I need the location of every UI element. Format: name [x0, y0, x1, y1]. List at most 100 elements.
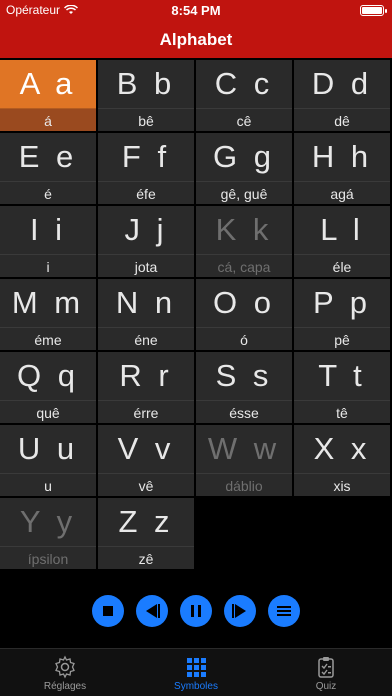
- letter-cell[interactable]: T t tê: [294, 352, 390, 423]
- alphabet-grid: A a á B b bê C c cê D d dê E e é F f éfe G g gê, guê H…: [0, 60, 392, 569]
- letter-glyphs: Y y: [19, 504, 77, 539]
- letter-name: jota: [134, 259, 158, 275]
- letter-name: éle: [332, 259, 352, 275]
- letter-cell[interactable]: Y y ípsilon: [0, 498, 96, 569]
- letter-name: i: [46, 259, 50, 275]
- letter-glyphs: H h: [311, 139, 373, 174]
- tab-symboles[interactable]: Symboles: [146, 655, 246, 692]
- letter-glyphs: A a: [19, 66, 77, 101]
- letter-cell[interactable]: B b bê: [98, 60, 194, 131]
- letter-glyphs: E e: [18, 139, 78, 174]
- pause-button[interactable]: [180, 595, 212, 627]
- letter-glyphs: K k: [215, 212, 273, 247]
- letter-glyphs: Z z: [118, 504, 174, 539]
- letter-glyphs: U u: [17, 431, 79, 466]
- letter-name: éme: [34, 332, 62, 348]
- letter-name: tê: [336, 405, 348, 421]
- gear-icon: [55, 655, 75, 679]
- letter-name: ípsilon: [27, 551, 69, 567]
- letter-cell[interactable]: M m éme: [0, 279, 96, 350]
- letter-cell[interactable]: X x xis: [294, 425, 390, 496]
- letter-cell[interactable]: O o ó: [196, 279, 292, 350]
- letter-name: ó: [240, 332, 248, 348]
- letter-name: u: [44, 478, 52, 494]
- letter-glyphs: R r: [119, 358, 173, 393]
- letter-glyphs: C c: [214, 66, 274, 101]
- letter-glyphs: D d: [311, 66, 373, 101]
- letter-cell[interactable]: G g gê, guê: [196, 133, 292, 204]
- stop-icon: [103, 606, 113, 616]
- clipboard-icon: [318, 657, 334, 678]
- list-button[interactable]: [268, 595, 300, 627]
- letter-name: gê, guê: [220, 186, 268, 202]
- tab-reglages-label: Réglages: [43, 681, 87, 692]
- letter-cell[interactable]: K k cá, capa: [196, 206, 292, 277]
- tab-reglages[interactable]: Réglages: [15, 655, 115, 692]
- letter-name: dê: [334, 113, 350, 129]
- grid-icon: [187, 658, 206, 677]
- letter-cell[interactable]: D d dê: [294, 60, 390, 131]
- letter-name: ésse: [229, 405, 259, 421]
- letter-cell[interactable]: W w dáblio: [196, 425, 292, 496]
- letter-glyphs: B b: [116, 66, 176, 101]
- letter-name: dáblio: [225, 478, 263, 494]
- letter-glyphs: G g: [213, 139, 275, 174]
- letter-cell[interactable]: A a á: [0, 60, 96, 131]
- letter-glyphs: P p: [313, 285, 371, 320]
- letter-name: xis: [333, 478, 351, 494]
- letter-glyphs: Q q: [17, 358, 79, 393]
- letter-name: érre: [133, 405, 159, 421]
- letter-name: quê: [36, 405, 60, 421]
- letter-cell[interactable]: S s ésse: [196, 352, 292, 423]
- letter-cell[interactable]: I i i: [0, 206, 96, 277]
- battery-icon: [360, 5, 387, 16]
- letter-cell[interactable]: N n éne: [98, 279, 194, 350]
- letter-cell[interactable]: C c cê: [196, 60, 292, 131]
- letter-cell[interactable]: U u u: [0, 425, 96, 496]
- letter-cell[interactable]: J j jota: [98, 206, 194, 277]
- tab-quiz-label: Quiz: [315, 681, 337, 692]
- pause-icon: [191, 605, 201, 617]
- letter-glyphs: F f: [121, 139, 171, 174]
- letter-cell[interactable]: Z z zê: [98, 498, 194, 569]
- letter-cell[interactable]: R r érre: [98, 352, 194, 423]
- letter-glyphs: W w: [207, 431, 281, 466]
- letter-name: pê: [334, 332, 350, 348]
- letter-name: á: [44, 113, 52, 129]
- letter-cell[interactable]: E e é: [0, 133, 96, 204]
- letter-cell[interactable]: Q q quê: [0, 352, 96, 423]
- list-icon: [277, 606, 291, 616]
- letter-cell[interactable]: F f éfe: [98, 133, 194, 204]
- letter-name: é: [44, 186, 52, 202]
- letter-name: éfe: [136, 186, 156, 202]
- letter-glyphs: N n: [115, 285, 177, 320]
- letter-glyphs: T t: [318, 358, 366, 393]
- letter-name: cê: [236, 113, 252, 129]
- nav-header: Opérateur 8:54 PM Alphabet: [0, 0, 392, 58]
- letter-name: zê: [138, 551, 154, 567]
- next-icon: [232, 604, 246, 618]
- letter-glyphs: L l: [320, 212, 364, 247]
- letter-glyphs: X x: [313, 431, 371, 466]
- next-button[interactable]: [224, 595, 256, 627]
- letter-name: éne: [134, 332, 158, 348]
- letter-glyphs: O o: [213, 285, 275, 320]
- letter-glyphs: J j: [124, 212, 168, 247]
- page-title: Alphabet: [159, 30, 233, 49]
- status-bar: Opérateur 8:54 PM: [0, 0, 392, 22]
- letter-glyphs: M m: [11, 285, 85, 320]
- letter-cell[interactable]: H h agá: [294, 133, 390, 204]
- previous-icon: [146, 604, 160, 618]
- letter-cell[interactable]: V v vê: [98, 425, 194, 496]
- letter-name: vê: [138, 478, 154, 494]
- stop-button[interactable]: [92, 595, 124, 627]
- status-time: 8:54 PM: [171, 3, 221, 18]
- letter-glyphs: S s: [215, 358, 273, 393]
- letter-name: cá, capa: [217, 259, 271, 275]
- playback-controls: [0, 595, 392, 631]
- letter-cell[interactable]: L l éle: [294, 206, 390, 277]
- tab-quiz[interactable]: Quiz: [276, 655, 376, 692]
- tab-bar: Réglages Symboles Quiz: [0, 648, 392, 696]
- letter-cell[interactable]: P p pê: [294, 279, 390, 350]
- previous-button[interactable]: [136, 595, 168, 627]
